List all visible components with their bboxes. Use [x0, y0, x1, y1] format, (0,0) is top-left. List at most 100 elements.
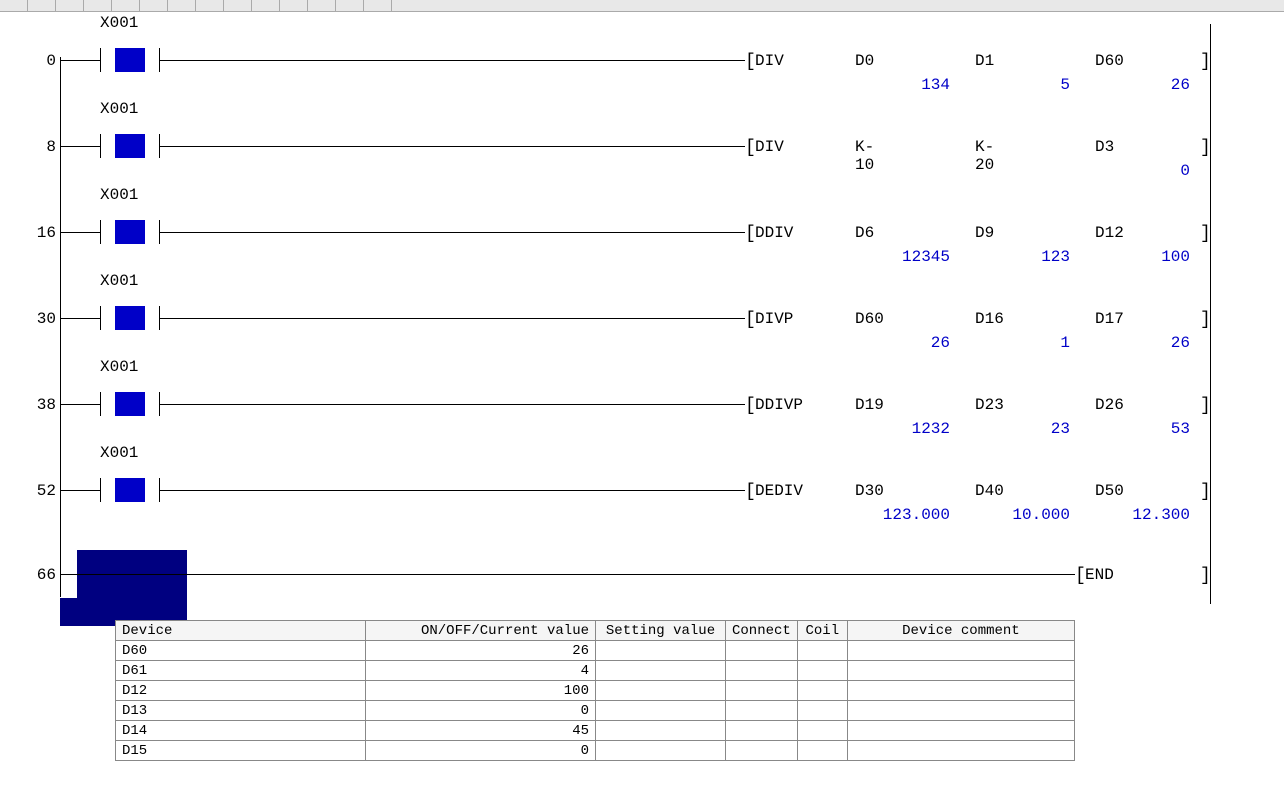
instruction-name: DIVP — [755, 310, 793, 328]
cell-coil — [797, 741, 847, 761]
operand: D0 — [855, 52, 874, 70]
col-connect: Connect — [726, 621, 798, 641]
cell-value: 45 — [366, 721, 596, 741]
cell-comment — [847, 741, 1074, 761]
cell-setting — [596, 721, 726, 741]
contact-label: X001 — [100, 186, 138, 204]
cell-value: 4 — [366, 661, 596, 681]
cell-coil — [797, 681, 847, 701]
cell-coil — [797, 641, 847, 661]
wire — [60, 404, 100, 405]
wire — [160, 146, 745, 147]
contact-label: X001 — [100, 14, 138, 32]
instruction-name: DEDIV — [755, 482, 803, 500]
table-header-row: Device ON/OFF/Current value Setting valu… — [116, 621, 1075, 641]
table-row[interactable]: D1445 — [116, 721, 1075, 741]
operand: D1 — [975, 52, 994, 70]
operand: D50 — [1095, 482, 1124, 500]
table-row[interactable]: D150 — [116, 741, 1075, 761]
cell-coil — [797, 701, 847, 721]
toolbar — [0, 0, 1284, 12]
operand: D6 — [855, 224, 874, 242]
operand-value: 23 — [990, 420, 1070, 438]
step-number: 30 — [0, 310, 56, 328]
operand-value: 1 — [990, 334, 1070, 352]
contact-NO[interactable] — [100, 306, 160, 330]
bracket-close: ] — [1200, 52, 1211, 72]
cell-device: D13 — [116, 701, 366, 721]
cell-setting — [596, 701, 726, 721]
contact-NO[interactable] — [100, 220, 160, 244]
contact-NO[interactable] — [100, 478, 160, 502]
operand: D30 — [855, 482, 884, 500]
cell-connect — [726, 741, 798, 761]
operand-value: 5 — [990, 76, 1070, 94]
contact-NO[interactable] — [100, 134, 160, 158]
contact-NO[interactable] — [100, 392, 160, 416]
cell-comment — [847, 641, 1074, 661]
wire — [60, 232, 100, 233]
left-power-rail — [60, 57, 61, 597]
operand: D60 — [1095, 52, 1124, 70]
instruction-name: DIV — [755, 52, 784, 70]
operand-value: 26 — [1110, 334, 1190, 352]
wire — [60, 60, 100, 61]
operand-value: 134 — [870, 76, 950, 94]
bracket-close: ] — [1200, 310, 1211, 330]
operand-value: 12345 — [870, 248, 950, 266]
table-row[interactable]: D614 — [116, 661, 1075, 681]
cell-setting — [596, 661, 726, 681]
cell-coil — [797, 661, 847, 681]
operand-value: 10.000 — [990, 506, 1070, 524]
col-comment: Device comment — [847, 621, 1074, 641]
instruction-name: DDIV — [755, 224, 793, 242]
table-row[interactable]: D12100 — [116, 681, 1075, 701]
step-number: 8 — [0, 138, 56, 156]
wire — [160, 404, 745, 405]
operand: D23 — [975, 396, 1004, 414]
wire — [60, 490, 100, 491]
bracket-close: ] — [1200, 396, 1211, 416]
step-number: 66 — [0, 566, 56, 584]
bracket-close: ] — [1200, 482, 1211, 502]
cell-device: D61 — [116, 661, 366, 681]
wire — [160, 490, 745, 491]
operand: D60 — [855, 310, 884, 328]
cell-value: 100 — [366, 681, 596, 701]
operand: D3 — [1095, 138, 1114, 156]
contact-closed-icon — [115, 134, 145, 158]
wire — [160, 60, 745, 61]
bracket-close: ] — [1200, 566, 1211, 586]
cell-comment — [847, 721, 1074, 741]
cell-setting — [596, 741, 726, 761]
device-monitor-table[interactable]: Device ON/OFF/Current value Setting valu… — [115, 620, 1075, 761]
cell-coil — [797, 721, 847, 741]
operand: D16 — [975, 310, 1004, 328]
operand-value: 26 — [870, 334, 950, 352]
cell-connect — [726, 681, 798, 701]
contact-label: X001 — [100, 358, 138, 376]
bracket-close: ] — [1200, 224, 1211, 244]
cell-comment — [847, 701, 1074, 721]
operand: D26 — [1095, 396, 1124, 414]
operand: D9 — [975, 224, 994, 242]
operand: K-10 — [855, 138, 874, 174]
cell-connect — [726, 721, 798, 741]
wire — [160, 318, 745, 319]
cell-comment — [847, 681, 1074, 701]
cell-device: D12 — [116, 681, 366, 701]
table-row[interactable]: D130 — [116, 701, 1075, 721]
instruction-name: DDIVP — [755, 396, 803, 414]
contact-label: X001 — [100, 444, 138, 462]
cell-connect — [726, 641, 798, 661]
wire — [60, 318, 100, 319]
operand-value: 123.000 — [870, 506, 950, 524]
contact-NO[interactable] — [100, 48, 160, 72]
table-row[interactable]: D6026 — [116, 641, 1075, 661]
col-device: Device — [116, 621, 366, 641]
cell-value: 0 — [366, 741, 596, 761]
col-onoff: ON/OFF/Current value — [366, 621, 596, 641]
operand-value: 123 — [990, 248, 1070, 266]
operand-value: 26 — [1110, 76, 1190, 94]
ladder-canvas[interactable]: 0X001 [DIVD0134D15D6026]8X001 [DIVK-10K-… — [0, 12, 1284, 799]
